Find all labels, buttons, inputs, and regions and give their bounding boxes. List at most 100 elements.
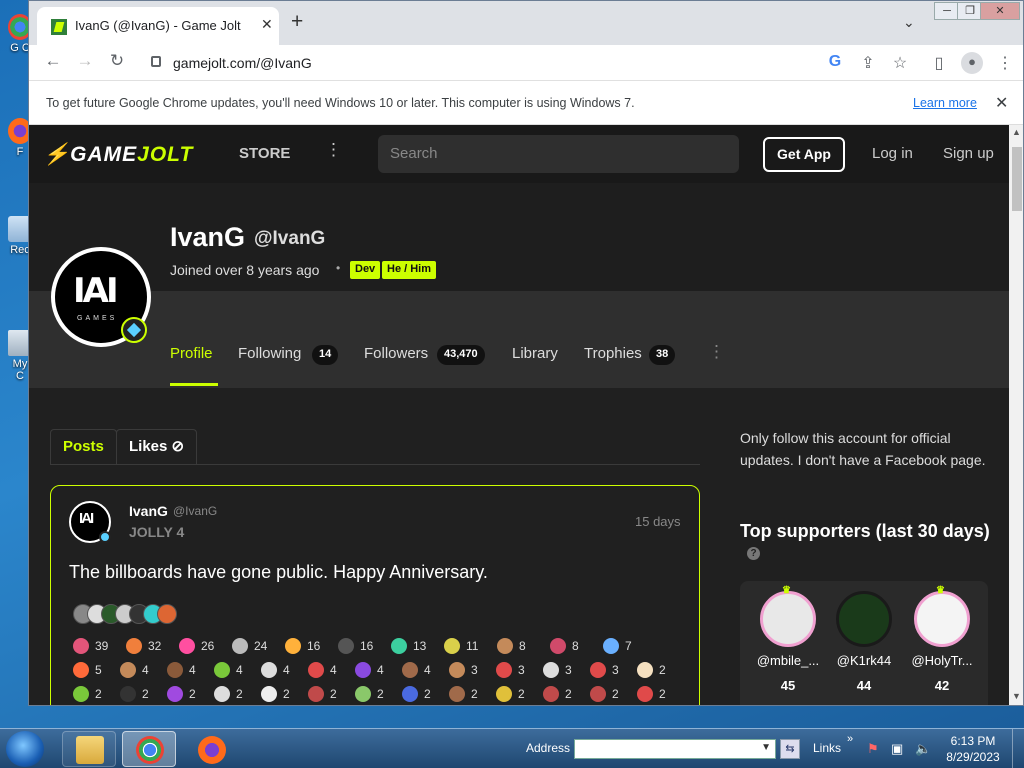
search-input[interactable]: Search: [378, 135, 739, 173]
sticker-count[interactable]: 4: [120, 662, 149, 678]
reload-icon[interactable]: ↻: [105, 51, 129, 71]
sticker-count[interactable]: 26: [179, 638, 214, 654]
sticker-count[interactable]: 3: [496, 662, 525, 678]
sticker-count[interactable]: 2: [543, 686, 572, 702]
learn-more-link[interactable]: Learn more: [913, 96, 977, 110]
sign-up-link[interactable]: Sign up: [943, 145, 994, 162]
scroll-up-icon[interactable]: ▲: [1012, 127, 1021, 137]
store-link[interactable]: STORE: [239, 145, 290, 162]
share-icon[interactable]: ⇪: [858, 53, 878, 73]
supporter-card[interactable]: ♛ @HolyTr... 42: [902, 585, 982, 693]
supporter-card[interactable]: ♛ @mbile_... 45: [748, 585, 828, 693]
sticker-count[interactable]: 4: [214, 662, 243, 678]
volume-icon[interactable]: 🔈: [915, 741, 931, 757]
taskbar-firefox[interactable]: [184, 731, 238, 767]
profile-avatar-icon[interactable]: ●: [961, 52, 983, 74]
gamejolt-logo[interactable]: ⚡GAMEJOLT: [43, 143, 193, 167]
profile-more-icon[interactable]: ⋮: [708, 343, 725, 360]
links-toolbar-label[interactable]: Links: [813, 741, 841, 755]
logo-jolt-text: JOLT: [137, 143, 194, 166]
sticker-count[interactable]: 8: [497, 638, 526, 654]
sticker-icon: [496, 686, 512, 702]
log-in-link[interactable]: Log in: [872, 145, 913, 162]
sticker-count[interactable]: 7: [603, 638, 632, 654]
sticker-count[interactable]: 2: [590, 686, 619, 702]
sticker-count[interactable]: 11: [444, 638, 478, 654]
infobar-close-icon[interactable]: ✕: [995, 93, 1008, 113]
help-icon[interactable]: ?: [747, 547, 760, 560]
sticker-count[interactable]: 39: [73, 638, 108, 654]
sticker-count[interactable]: 2: [167, 686, 196, 702]
sticker-count[interactable]: 2: [402, 686, 431, 702]
google-translate-icon[interactable]: G: [825, 53, 845, 71]
browser-tab[interactable]: IvanG (@IvanG) - Game Jolt ✕: [37, 7, 279, 45]
tab-profile[interactable]: Profile: [170, 345, 213, 362]
sticker-count[interactable]: 2: [308, 686, 337, 702]
close-button[interactable]: ✕: [980, 2, 1020, 20]
tab-likes[interactable]: Likes ⊘: [116, 429, 198, 465]
tab-following[interactable]: Following: [238, 345, 301, 362]
sticker-count[interactable]: 16: [338, 638, 373, 654]
system-clock[interactable]: 6:13 PM 8/29/2023: [942, 733, 1004, 765]
address-toolbar-input[interactable]: ▼: [574, 739, 776, 759]
sticker-count[interactable]: 5: [73, 662, 102, 678]
sticker-count[interactable]: 3: [543, 662, 572, 678]
scroll-thumb[interactable]: [1012, 147, 1022, 211]
new-tab-button[interactable]: +: [291, 11, 303, 32]
show-desktop-button[interactable]: [1012, 729, 1024, 768]
taskbar-chrome[interactable]: [122, 731, 176, 767]
sticker-count[interactable]: 4: [402, 662, 431, 678]
page-scrollbar[interactable]: ▲ ▼: [1009, 125, 1023, 705]
sticker-count[interactable]: 3: [449, 662, 478, 678]
scroll-down-icon[interactable]: ▼: [1012, 691, 1021, 701]
network-icon[interactable]: ▣: [891, 741, 903, 757]
sticker-count[interactable]: 4: [355, 662, 384, 678]
sticker-count[interactable]: 24: [232, 638, 267, 654]
action-center-icon[interactable]: ⚑: [867, 741, 879, 757]
sticker-count[interactable]: 16: [285, 638, 320, 654]
toolbar-overflow-icon[interactable]: »: [847, 733, 853, 745]
address-bar[interactable]: gamejolt.com/@IvanG: [141, 49, 861, 77]
sticker-count[interactable]: 4: [308, 662, 337, 678]
tab-search-chevron-icon[interactable]: ⌄: [903, 14, 915, 31]
forward-arrow-icon[interactable]: →: [73, 51, 97, 71]
tab-posts[interactable]: Posts: [50, 429, 117, 465]
tab-followers[interactable]: Followers: [364, 345, 428, 362]
sticker-count[interactable]: 2: [496, 686, 525, 702]
post-card[interactable]: IAI IvanG @IvanG JOLLY 4 15 days The bil…: [50, 485, 700, 705]
sticker-count[interactable]: 2: [637, 686, 666, 702]
sticker-count[interactable]: 2: [120, 686, 149, 702]
sticker-count[interactable]: 4: [261, 662, 290, 678]
start-button[interactable]: [6, 731, 44, 767]
supporter-card[interactable]: @K1rk44 44: [824, 591, 904, 693]
post-author-avatar[interactable]: IAI: [69, 501, 111, 543]
sticker-count[interactable]: 2: [73, 686, 102, 702]
menu-kebab-icon[interactable]: ⋮: [995, 53, 1015, 73]
sticker-count[interactable]: 8: [550, 638, 579, 654]
sticker-count[interactable]: 32: [126, 638, 161, 654]
tab-trophies[interactable]: Trophies: [584, 345, 642, 362]
get-app-button[interactable]: Get App: [763, 137, 845, 172]
sticker-supporters[interactable]: [73, 604, 183, 626]
tab-library[interactable]: Library: [512, 345, 558, 362]
tab-close-icon[interactable]: ✕: [261, 16, 273, 33]
sticker-count[interactable]: 2: [449, 686, 478, 702]
go-button[interactable]: ⇆: [780, 739, 800, 759]
sticker-count[interactable]: 2: [261, 686, 290, 702]
taskbar-explorer[interactable]: [62, 731, 116, 767]
sticker-icon: [73, 662, 89, 678]
sticker-count[interactable]: 13: [391, 638, 426, 654]
dropdown-arrow-icon[interactable]: ▼: [761, 742, 771, 753]
more-menu-icon[interactable]: ⋮: [325, 141, 342, 158]
bookmark-star-icon[interactable]: ☆: [890, 53, 910, 73]
side-panel-icon[interactable]: ▯: [929, 53, 949, 73]
update-infobar: To get future Google Chrome updates, you…: [29, 81, 1023, 125]
sticker-count[interactable]: 2: [355, 686, 384, 702]
post-game-link[interactable]: JOLLY 4: [129, 524, 184, 540]
sticker-count[interactable]: 4: [167, 662, 196, 678]
sticker-count[interactable]: 3: [590, 662, 619, 678]
post-author-name[interactable]: IvanG: [129, 503, 168, 519]
sticker-count[interactable]: 2: [214, 686, 243, 702]
sticker-count[interactable]: 2: [637, 662, 666, 678]
back-arrow-icon[interactable]: ←: [41, 51, 65, 71]
